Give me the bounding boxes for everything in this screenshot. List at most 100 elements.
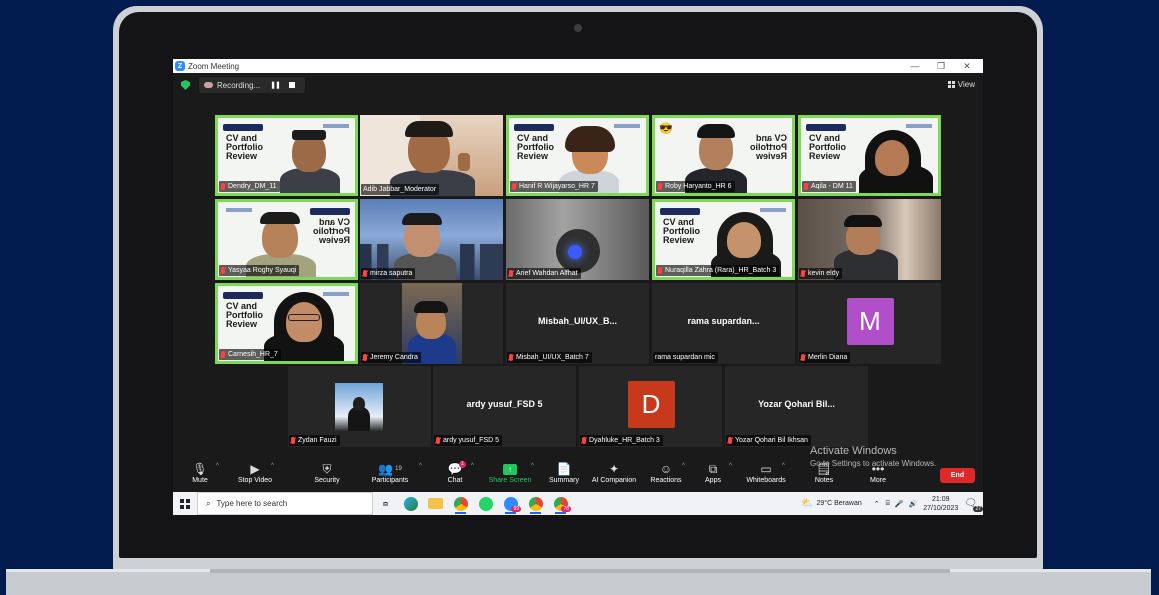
edge-icon[interactable]: [398, 492, 423, 515]
participant-tile[interactable]: ardy yusuf_FSD 5 ardy yusuf_FSD 5: [433, 366, 576, 447]
chevron-up-icon[interactable]: ^: [782, 463, 785, 469]
participant-tile[interactable]: kevin eldy: [798, 199, 941, 280]
participant-tile[interactable]: CV and Portfolio Review Yasyaa Roghy Sya…: [215, 199, 358, 280]
participant-name: Yasyaa Roghy Syauqi: [219, 265, 300, 276]
participant-tile[interactable]: Misbah_UI/UX_B... Misbah_UI/UX_Batch 7: [506, 283, 649, 364]
muted-mic-icon: [436, 437, 440, 444]
banner-text: CV and Portfolio Review: [663, 217, 700, 245]
participant-name: Misbah_UI/UX_Batch 7: [507, 352, 592, 363]
muted-mic-icon: [363, 270, 367, 277]
tray-chevron-icon[interactable]: ⌃: [874, 500, 880, 508]
chevron-up-icon[interactable]: ^: [531, 463, 534, 469]
chevron-up-icon[interactable]: ^: [729, 463, 732, 469]
participant-tile[interactable]: CV and Portfolio Review Aqila - DM 11: [798, 115, 941, 196]
title-bar: Z Zoom Meeting — ❐ ✕: [173, 59, 983, 73]
task-view-icon[interactable]: ⧈: [373, 492, 398, 515]
chat-button[interactable]: 💬 1 Chat ^: [430, 461, 480, 484]
weather-icon: ⛅: [801, 498, 814, 509]
participant-tile[interactable]: CV and Portfolio Review Nuraqilla Zahra …: [652, 199, 795, 280]
reactions-button[interactable]: ☺ Reactions ^: [641, 461, 691, 484]
end-meeting-button[interactable]: End: [940, 468, 975, 483]
ai-companion-button[interactable]: ✦ AI Companion: [589, 461, 639, 484]
stop-video-button[interactable]: ▶ Stop Video ^: [230, 461, 280, 484]
apps-button[interactable]: ⧉ Apps ^: [688, 461, 738, 485]
encryption-shield-icon[interactable]: [181, 80, 190, 90]
zoom-taskbar-icon[interactable]: 99: [498, 492, 523, 515]
participant-tile[interactable]: CV and Portfolio Review Hanif R Wijayars…: [506, 115, 649, 196]
chevron-up-icon[interactable]: ^: [216, 463, 219, 469]
meeting-top-bar: Recording... ❚❚ View: [173, 73, 983, 97]
chevron-up-icon[interactable]: ^: [271, 463, 274, 469]
chrome-profile-2-icon[interactable]: 78: [548, 492, 573, 515]
participant-tile[interactable]: mirza saputra: [360, 199, 503, 280]
minimize-button[interactable]: —: [902, 59, 928, 73]
muted-mic-icon: [801, 354, 805, 361]
sunglasses-emoji-icon: 😎: [659, 123, 673, 135]
share-screen-button[interactable]: ↑ Share Screen ^: [485, 461, 535, 484]
clock[interactable]: 21:09 27/10/2023: [923, 495, 958, 513]
file-explorer-icon[interactable]: [423, 492, 448, 515]
chrome-icon[interactable]: [448, 492, 473, 515]
recording-indicator: Recording... ❚❚: [199, 77, 305, 93]
participant-tile[interactable]: Zydan Fauzi: [288, 366, 431, 447]
start-button[interactable]: [173, 492, 197, 515]
muted-mic-icon: [221, 351, 225, 358]
mute-button[interactable]: 🎙 Mute ^: [175, 461, 225, 484]
whiteboard-icon: ▭: [760, 462, 772, 476]
stop-recording-button[interactable]: [288, 82, 295, 88]
mic-tray-icon[interactable]: 🎤: [895, 500, 904, 508]
participant-tile[interactable]: M Merlin Diana: [798, 283, 941, 364]
participant-name: Carnesih_HR_7: [219, 349, 281, 360]
participant-name: Aqila - DM 11: [802, 181, 856, 192]
maximize-button[interactable]: ❐: [928, 59, 954, 73]
participant-display-name: Misbah_UI/UX_B...: [537, 316, 618, 326]
participant-name: Jeremy Candra: [361, 352, 421, 363]
chevron-up-icon[interactable]: ^: [471, 463, 474, 469]
chevron-up-icon[interactable]: ^: [419, 463, 422, 469]
chevron-up-icon[interactable]: ^: [682, 463, 685, 469]
taskbar-search[interactable]: ⌕ Type here to search: [197, 492, 373, 515]
muted-mic-icon: [801, 270, 805, 277]
participant-tile[interactable]: CV and Portfolio Review Carnesih_HR_7: [215, 283, 358, 364]
participant-display-name: ardy yusuf_FSD 5: [466, 399, 543, 409]
view-label: View: [957, 80, 975, 89]
chrome-profile-icon[interactable]: [523, 492, 548, 515]
participant-tile[interactable]: D Dyahluke_HR_Batch 3: [579, 366, 722, 447]
participant-display-name: rama supardan...: [687, 316, 760, 326]
muted-mic-icon: [512, 183, 516, 190]
view-button[interactable]: View: [947, 80, 975, 89]
whatsapp-icon[interactable]: [473, 492, 498, 515]
network-icon[interactable]: ⌸: [886, 500, 890, 508]
participant-tile[interactable]: CV and Portfolio Review Dendry_DM_11: [215, 115, 358, 196]
muted-mic-icon: [804, 183, 808, 190]
recording-label: Recording...: [217, 80, 261, 90]
muted-mic-icon: [582, 437, 586, 444]
participant-tile[interactable]: 😎 CV and Portfolio Review Roby Haryanto_…: [652, 115, 795, 196]
banner-text: CV and Portfolio Review: [226, 133, 263, 161]
close-button[interactable]: ✕: [954, 59, 980, 73]
participants-button[interactable]: 👥 19 Participants ^: [365, 461, 422, 484]
muted-mic-icon: [363, 354, 367, 361]
notification-icon[interactable]: 🗨 27: [964, 498, 983, 512]
weather-text[interactable]: 29°C Berawan: [817, 500, 862, 507]
participant-tile[interactable]: Jeremy Candra: [360, 283, 503, 364]
summary-button[interactable]: 📄 Summary: [539, 461, 589, 484]
muted-mic-icon: [221, 183, 225, 190]
muted-mic-icon: [728, 437, 732, 444]
participant-tile-active-speaker[interactable]: Adib Jabbar_Moderator: [360, 115, 503, 196]
participant-tile[interactable]: Arief Wahdan Alfhat: [506, 199, 649, 280]
security-button[interactable]: ⛨ Security: [302, 461, 352, 485]
participant-name: kevin eldy: [799, 268, 843, 279]
whiteboards-button[interactable]: ▭ Whiteboards ^: [741, 461, 791, 484]
banner-text: CV and Portfolio Review: [750, 133, 787, 161]
participant-tile[interactable]: rama supardan... rama supardan mic: [652, 283, 795, 364]
muted-mic-icon: [509, 354, 513, 361]
microphone-icon: 🎙: [192, 462, 208, 476]
participant-name: Dyahluke_HR_Batch 3: [580, 435, 663, 446]
window-title: Zoom Meeting: [188, 61, 240, 71]
participant-name: Zydan Fauzi: [289, 435, 340, 446]
pause-recording-button[interactable]: ❚❚: [270, 81, 281, 89]
participant-display-name: Yozar Qohari Bil...: [758, 399, 835, 409]
volume-icon[interactable]: 🔊: [909, 500, 918, 508]
participant-tile[interactable]: Yozar Qohari Bil... Yozar Qohari Bil Ikh…: [725, 366, 868, 447]
